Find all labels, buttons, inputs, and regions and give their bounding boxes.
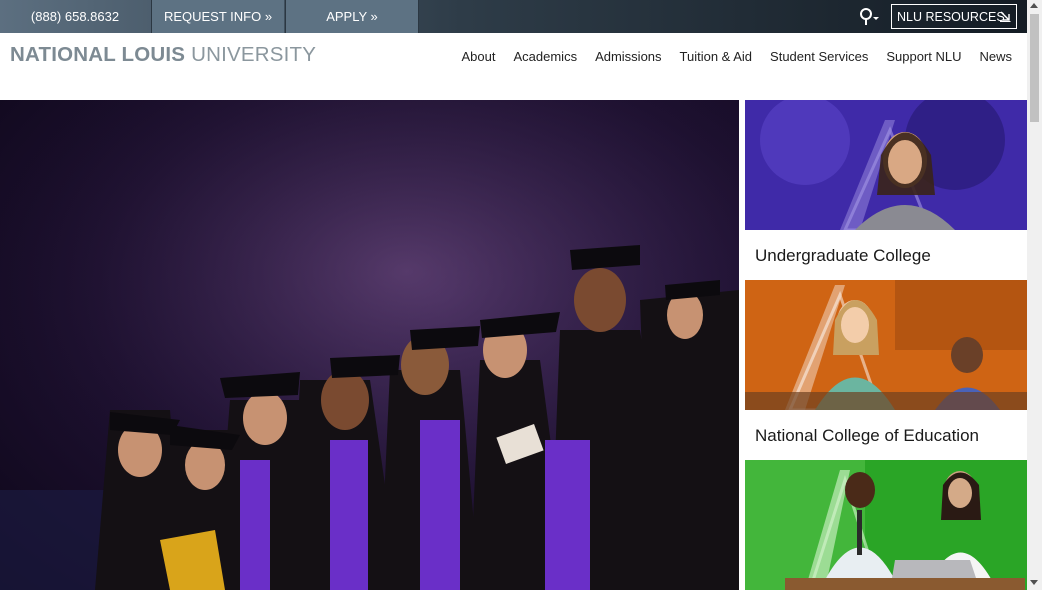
logo-light-text: UNIVERSITY: [191, 43, 317, 66]
card-undergraduate-college[interactable]: Undergraduate College: [745, 100, 1027, 280]
card-national-college-of-education[interactable]: National College of Education: [745, 280, 1027, 460]
phone-label: (888) 658.8632: [30, 9, 120, 24]
site-logo[interactable]: NATIONAL LOUIS UNIVERSITY: [10, 43, 316, 67]
scrollbar[interactable]: [1027, 0, 1042, 590]
nav-item-support-nlu[interactable]: Support NLU: [886, 49, 961, 64]
card-title: Undergraduate College: [755, 246, 931, 265]
apply-label: APPLY »: [326, 9, 378, 24]
nav-item-about[interactable]: About: [462, 49, 496, 64]
nav-item-academics[interactable]: Academics: [513, 49, 577, 64]
nav-item-admissions[interactable]: Admissions: [595, 49, 661, 64]
search-icon[interactable]: [856, 6, 880, 28]
phone-link[interactable]: (888) 658.8632: [0, 0, 150, 33]
card-title: National College of Education: [755, 426, 979, 445]
logo-bold-text: NATIONAL LOUIS: [10, 43, 186, 66]
nlu-resources-label: NLU RESOURCES: [897, 9, 1005, 24]
business-college-image: [745, 460, 1027, 590]
apply-button[interactable]: APPLY »: [285, 0, 419, 33]
nav-item-news[interactable]: News: [979, 49, 1012, 64]
national-college-of-education-image: [745, 280, 1027, 410]
nav-item-student-services[interactable]: Student Services: [770, 49, 868, 64]
scroll-down-arrow-icon[interactable]: [1030, 580, 1038, 585]
hero-graduation-image: [0, 100, 739, 590]
main-nav: About Academics Admissions Tuition & Aid…: [462, 49, 1013, 64]
nlu-resources-button[interactable]: NLU RESOURCES: [891, 4, 1017, 29]
top-utility-bar: (888) 658.8632 REQUEST INFO » APPLY » NL…: [0, 0, 1027, 33]
card-business[interactable]: [745, 460, 1027, 590]
nav-item-tuition-aid[interactable]: Tuition & Aid: [680, 49, 753, 64]
request-info-label: REQUEST INFO »: [163, 9, 273, 24]
undergraduate-college-image: [745, 100, 1027, 230]
request-info-button[interactable]: REQUEST INFO »: [151, 0, 284, 33]
scroll-thumb[interactable]: [1030, 14, 1039, 122]
scroll-up-arrow-icon[interactable]: [1030, 3, 1038, 8]
external-arrow-icon: [1000, 11, 1011, 22]
